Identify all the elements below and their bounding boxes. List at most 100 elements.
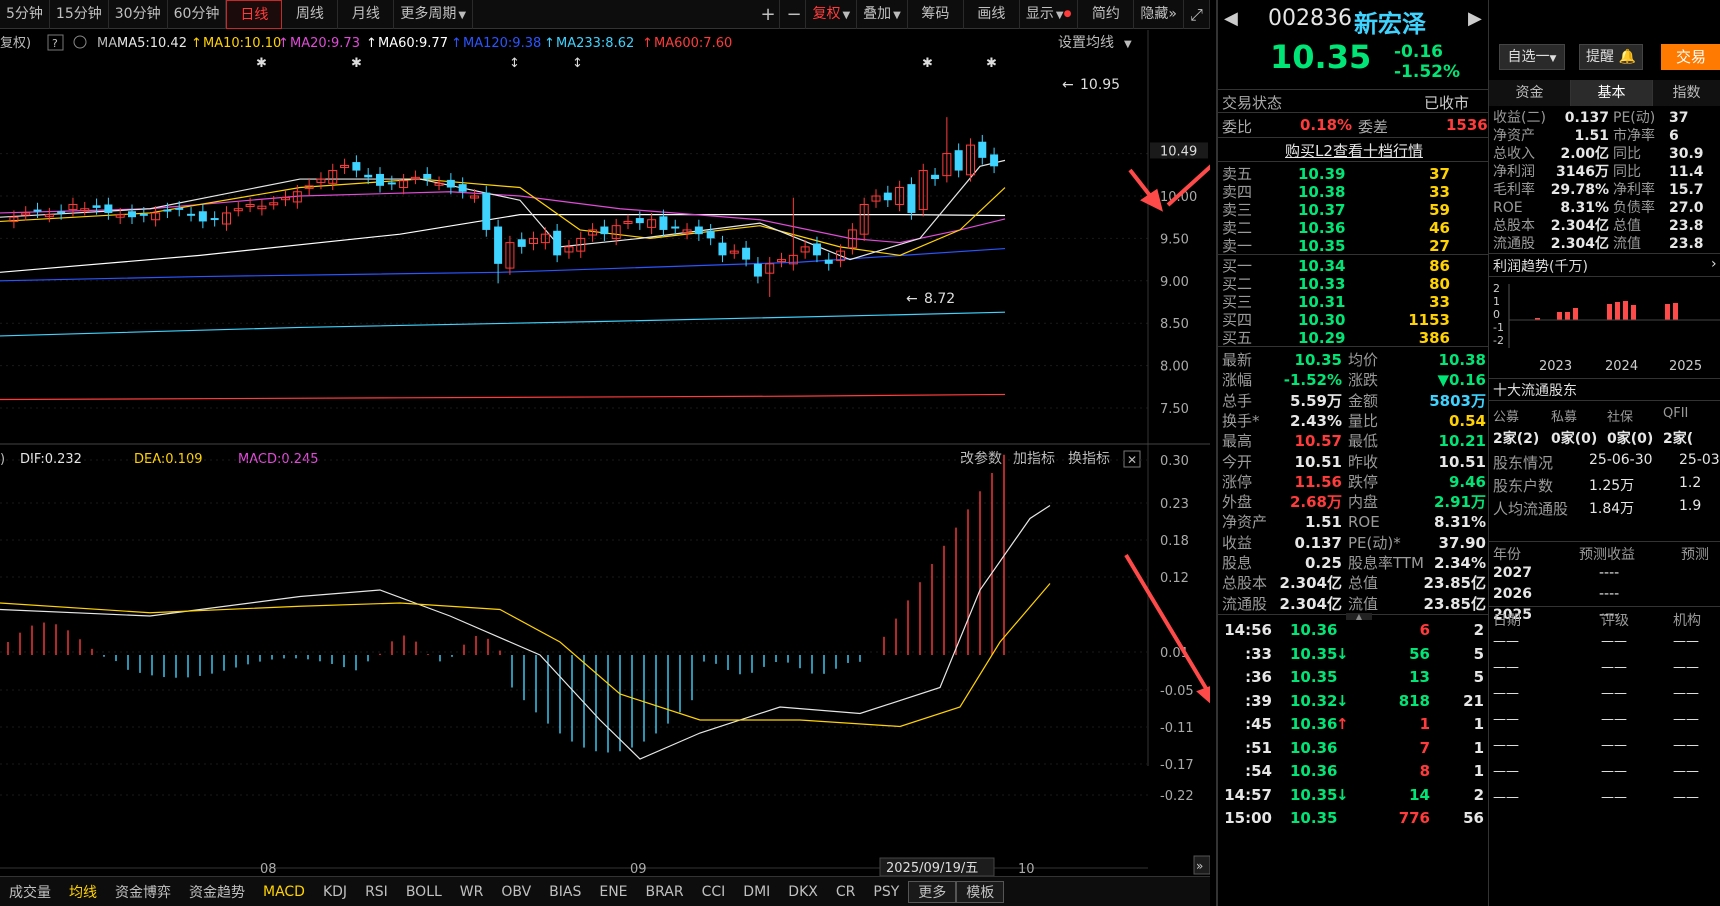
event-star-icon[interactable]: ↕ xyxy=(572,56,583,71)
period-daily[interactable]: 日线 xyxy=(226,0,283,29)
display-dropdown[interactable]: 显示 ▼● xyxy=(1020,0,1079,29)
indicator-tab-成交量[interactable]: 成交量 xyxy=(0,882,60,902)
stat-label: 跌停 xyxy=(1348,472,1379,491)
next-stock-icon[interactable]: ▶ xyxy=(1468,8,1482,29)
candle-body xyxy=(883,192,892,201)
help-icon[interactable]: ? xyxy=(52,37,58,50)
chart-canvas[interactable]: 复权) ? MA MA5:10.42 MA10:10.10↑ MA20:9.73↑ M… xyxy=(0,30,1275,877)
prev-stock-icon[interactable]: ◀ xyxy=(1224,8,1238,29)
alert-button[interactable]: 提醒 🔔 xyxy=(1579,44,1643,70)
adjust-dropdown[interactable]: 复权 ▼ xyxy=(806,0,858,29)
asks-label: 卖二 xyxy=(1222,219,1253,237)
asks-row[interactable]: 卖三 10.37 59 xyxy=(1218,200,1490,220)
switch-indicator-button[interactable]: 换指标 xyxy=(1068,450,1110,467)
fund-label: ROE xyxy=(1493,200,1523,216)
draw-button[interactable]: 画线 xyxy=(964,0,1020,29)
hide-button[interactable]: 隐藏» xyxy=(1134,0,1184,29)
chip-button[interactable]: 筹码 xyxy=(908,0,964,29)
event-star-icon[interactable]: ↕ xyxy=(509,56,520,71)
event-star-icon[interactable]: ✱ xyxy=(351,56,362,71)
rating-empty: —— xyxy=(1493,712,1519,727)
fund-label: 同比 xyxy=(1613,164,1641,180)
indicator-tab-dkx[interactable]: DKX xyxy=(779,884,827,900)
event-star-icon[interactable]: ✱ xyxy=(922,56,933,71)
rating-col: 评级 xyxy=(1601,613,1629,629)
tick-volume: 8 xyxy=(1419,762,1430,780)
bids-row[interactable]: 买二 10.33 80 xyxy=(1218,274,1490,294)
watchlist-dropdown[interactable]: 自选一▼ xyxy=(1499,44,1565,70)
event-star-icon[interactable]: ✱ xyxy=(256,56,267,71)
chart-area[interactable]: 复权) ? MA MA5:10.42 MA10:10.10 ↑ MA20:9.73 ↑ M… xyxy=(0,30,1275,877)
fund-row: 总股本 2.304亿 总值 23.8 xyxy=(1489,216,1720,236)
tab-fund[interactable]: 资金 xyxy=(1489,80,1571,106)
template-button[interactable]: 模板 xyxy=(956,880,1005,903)
period-60min[interactable]: 60分钟 xyxy=(168,0,227,29)
period-5min[interactable]: 5分钟 xyxy=(0,0,50,29)
bids-row[interactable]: 买四 10.30 1153 xyxy=(1218,310,1490,330)
buy-l2-link[interactable]: 购买L2查看十档行情 xyxy=(1218,140,1490,161)
profit-bar xyxy=(1607,304,1612,320)
asks-row[interactable]: 卖四 10.38 33 xyxy=(1218,182,1490,202)
indicator-tab-dmi[interactable]: DMI xyxy=(734,884,779,900)
more-indicators-button[interactable]: 更多 xyxy=(908,880,957,903)
indicator-tab-obv[interactable]: OBV xyxy=(492,884,540,900)
rating-empty: —— xyxy=(1673,660,1699,675)
forecast-col: 预测收益 xyxy=(1579,547,1635,563)
edit-params-button[interactable]: 改参数 xyxy=(960,450,1002,467)
period-monthly[interactable]: 月线 xyxy=(338,0,395,29)
indicator-tab-资金趋势[interactable]: 资金趋势 xyxy=(180,882,254,902)
simple-button[interactable]: 简约 xyxy=(1078,0,1135,29)
indicator-tab-psy[interactable]: PSY xyxy=(864,884,908,900)
holder-col: 公募 xyxy=(1493,410,1520,425)
chevron-right-icon[interactable]: › xyxy=(1711,256,1717,272)
price-tick: 8.00 xyxy=(1160,360,1189,375)
indicator-tab-kdj[interactable]: KDJ xyxy=(314,884,356,900)
collapse-handle[interactable]: ▲ xyxy=(1346,613,1372,621)
tick-arrow-icon: ↓ xyxy=(1336,691,1349,710)
bids-row[interactable]: 买一 10.34 86 xyxy=(1218,256,1490,276)
indicator-tab-资金博弈[interactable]: 资金博弈 xyxy=(106,882,180,902)
candle-body xyxy=(907,184,916,213)
bids-row[interactable]: 买三 10.31 33 xyxy=(1218,292,1490,312)
asks-row[interactable]: 卖二 10.36 46 xyxy=(1218,218,1490,238)
period-30min[interactable]: 30分钟 xyxy=(109,0,168,29)
stat-value: 0.54 xyxy=(1448,411,1486,430)
rating-empty: —— xyxy=(1493,660,1519,675)
bids-row[interactable]: 买五 10.29 386 xyxy=(1218,328,1490,348)
asks-label: 卖一 xyxy=(1222,237,1253,255)
gear-icon[interactable] xyxy=(73,35,87,49)
profit-bar xyxy=(1665,304,1670,320)
indicator-tab-均线[interactable]: 均线 xyxy=(60,882,106,902)
fullscreen-icon[interactable]: ⤢ xyxy=(1184,0,1210,29)
divider xyxy=(1489,541,1720,542)
ma-setting-button[interactable]: 设置均线 xyxy=(1058,35,1114,51)
indicator-tab-bias[interactable]: BIAS xyxy=(540,884,590,900)
fund-value: 23.8 xyxy=(1669,236,1704,252)
indicator-tab-ene[interactable]: ENE xyxy=(590,884,636,900)
indicator-tab-macd[interactable]: MACD xyxy=(254,884,314,900)
up-arrow-icon: ↑ xyxy=(642,36,653,51)
indicator-tab-brar[interactable]: BRAR xyxy=(637,884,693,900)
indicator-tab-wr[interactable]: WR xyxy=(451,884,493,900)
zoom-out-button[interactable]: − xyxy=(780,0,807,29)
indicator-tab-cr[interactable]: CR xyxy=(827,884,865,900)
period-weekly[interactable]: 周线 xyxy=(282,0,339,29)
indicator-tab-boll[interactable]: BOLL xyxy=(397,884,451,900)
period-more-dropdown[interactable]: 更多周期 ▼ xyxy=(394,0,474,29)
tab-basic[interactable]: 基本 xyxy=(1571,80,1653,106)
ma-legend-item: MA120:9.38 xyxy=(463,36,541,51)
event-star-icon[interactable]: ✱ xyxy=(986,56,997,71)
stat-value: 10.21 xyxy=(1438,432,1486,451)
asks-row[interactable]: 卖一 10.35 27 xyxy=(1218,236,1490,256)
profit-tick: 1 xyxy=(1493,295,1500,308)
indicator-tab-rsi[interactable]: RSI xyxy=(356,884,397,900)
indicator-tab-cci[interactable]: CCI xyxy=(693,884,735,900)
overlay-dropdown[interactable]: 叠加 ▼ xyxy=(857,0,908,29)
asks-row[interactable]: 卖五 10.39 37 xyxy=(1218,164,1490,184)
trade-button[interactable]: 交易 xyxy=(1661,44,1720,70)
holders-title[interactable]: 十大流通股东 xyxy=(1493,380,1577,400)
zoom-in-button[interactable]: + xyxy=(754,0,781,29)
tab-index[interactable]: 指数 xyxy=(1653,80,1720,106)
add-indicator-button[interactable]: 加指标 xyxy=(1013,451,1055,467)
period-15min[interactable]: 15分钟 xyxy=(50,0,109,29)
